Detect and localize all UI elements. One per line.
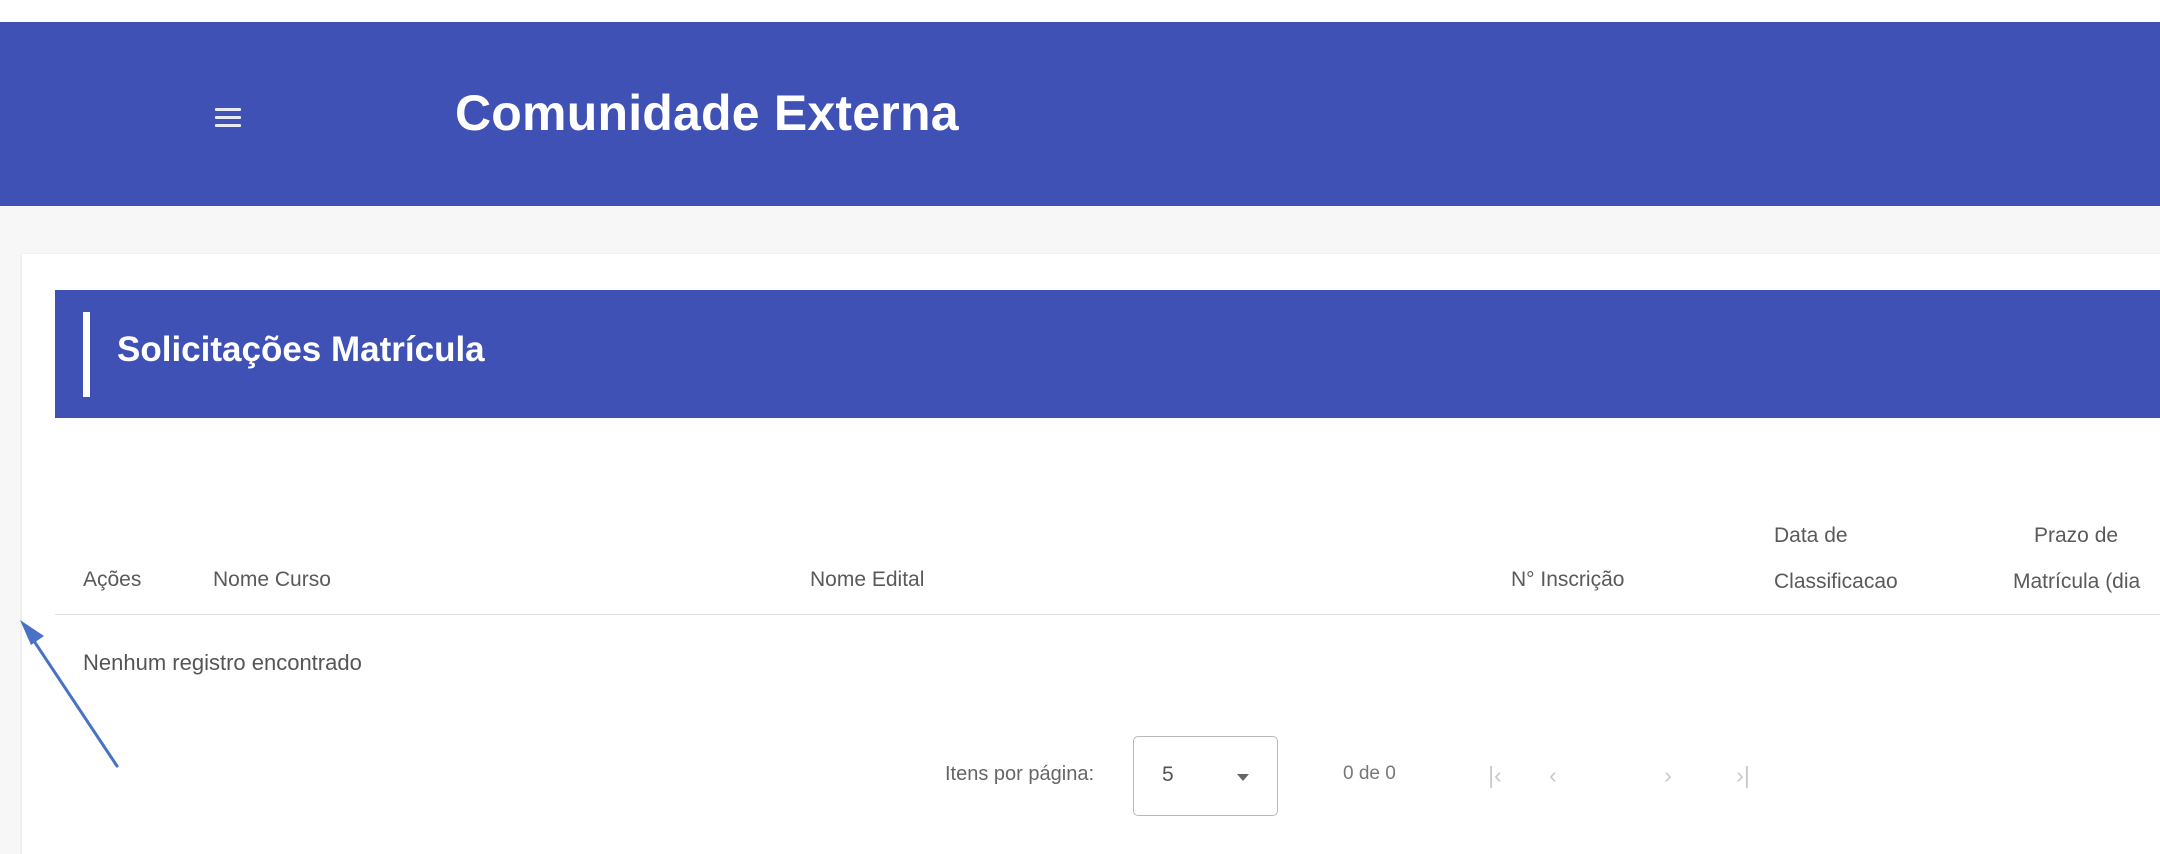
previous-page-button[interactable]: ‹ — [1538, 760, 1568, 790]
app-title: Comunidade Externa — [455, 85, 959, 141]
column-header-acoes[interactable]: Ações — [83, 562, 141, 598]
chevron-left-icon: ‹ — [1549, 762, 1557, 788]
menu-icon — [215, 103, 241, 132]
column-header-prazo-matricula-line1: Prazo de — [2034, 524, 2119, 547]
column-header-data-classificacao-line2: Classificacao — [1774, 570, 1898, 593]
first-page-button[interactable]: |‹ — [1480, 760, 1510, 790]
page-range-label: 0 de 0 — [1343, 763, 1396, 784]
chevron-right-icon: › — [1664, 762, 1672, 788]
column-header-prazo-matricula-line2: Matrícula (dia — [2013, 570, 2141, 593]
column-header-nome-curso[interactable]: Nome Curso — [213, 562, 331, 598]
dropdown-caret-icon — [1237, 774, 1249, 781]
column-header-nome-edital[interactable]: Nome Edital — [810, 562, 924, 598]
page-size-value: 5 — [1162, 763, 1174, 786]
empty-table-message: Nenhum registro encontrado — [83, 650, 362, 675]
section-header: Solicitações Matrícula — [55, 290, 2160, 418]
page: Comunidade Externa Solicitações Matrícul… — [0, 0, 2160, 854]
section-header-accent-bar — [83, 312, 90, 397]
section-title: Solicitações Matrícula — [117, 330, 485, 369]
next-page-button[interactable]: › — [1653, 760, 1683, 790]
column-header-numero-inscricao[interactable]: N° Inscrição — [1511, 562, 1624, 598]
column-header-data-classificacao-line1: Data de — [1774, 524, 1848, 547]
top-toolbar: Comunidade Externa — [0, 22, 2160, 206]
first-page-icon: |‹ — [1488, 762, 1502, 788]
menu-button[interactable] — [198, 92, 258, 142]
last-page-button[interactable]: ›| — [1728, 760, 1758, 790]
last-page-icon: ›| — [1736, 762, 1750, 788]
items-per-page-label: Itens por página: — [945, 763, 1094, 785]
table-header-divider — [55, 614, 2160, 615]
page-size-select[interactable]: 5 — [1133, 736, 1278, 816]
